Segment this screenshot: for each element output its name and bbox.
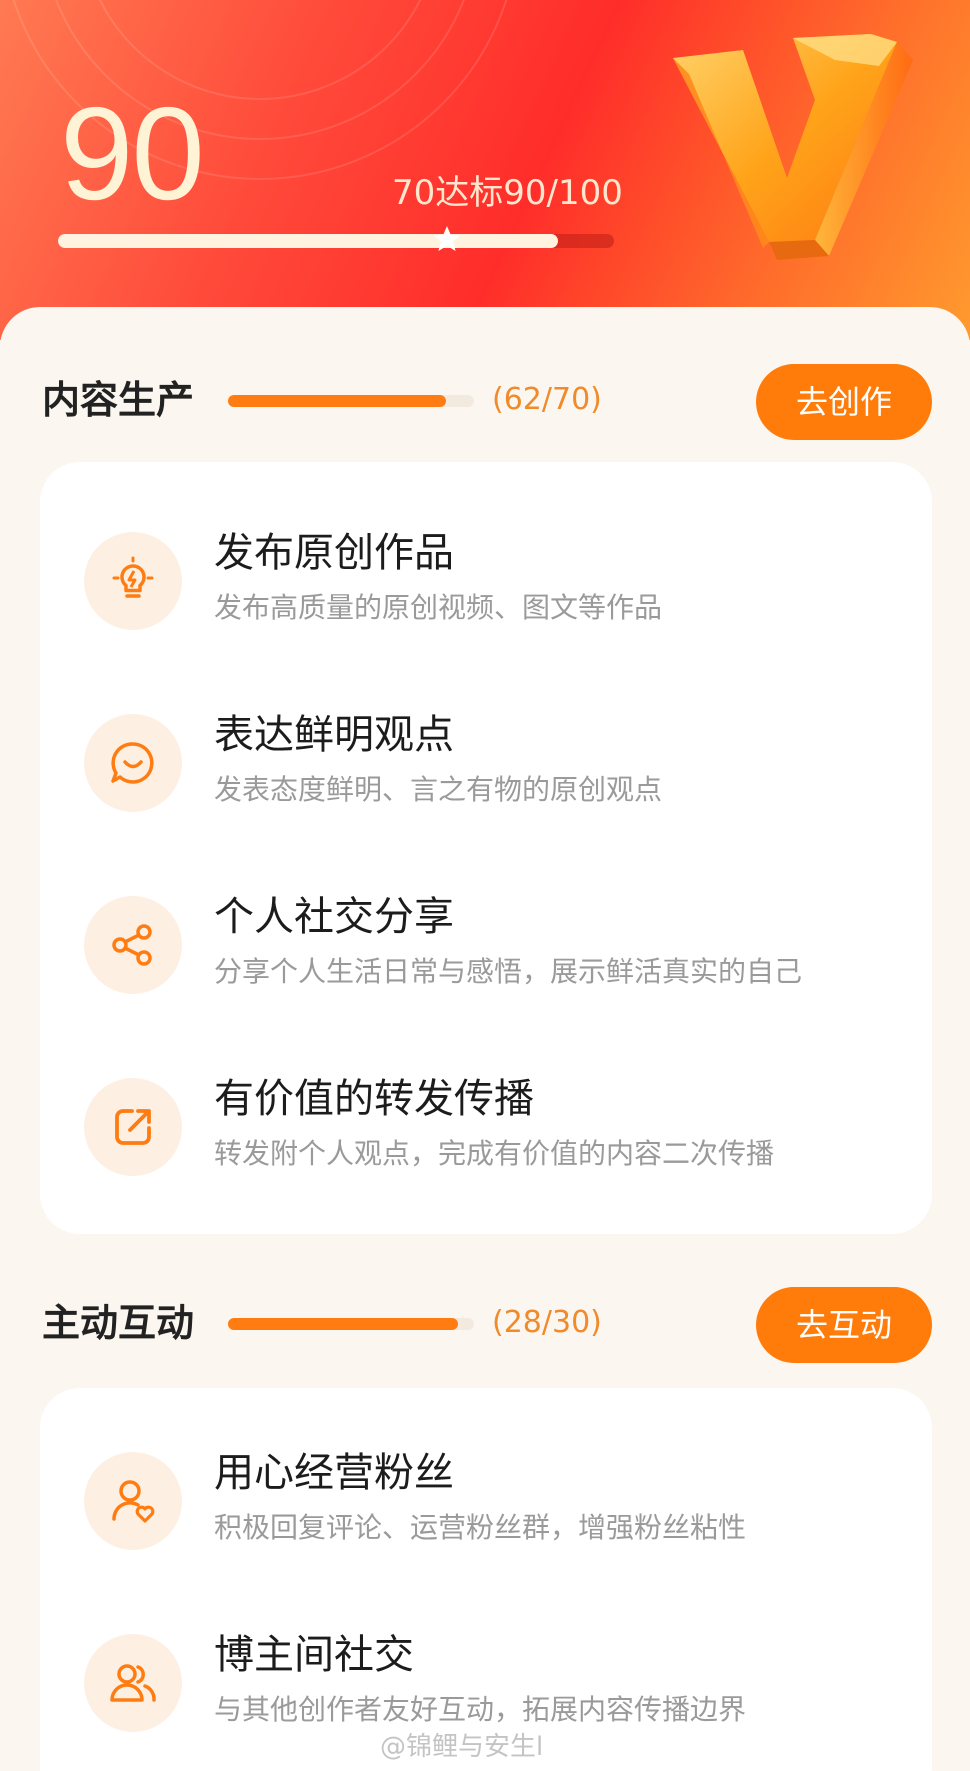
section-content-production: 内容生产 (62/70) 去创作 xyxy=(0,360,970,440)
task-item[interactable]: 用心经营粉丝 积极回复评论、运营粉丝群，增强粉丝粘性 xyxy=(40,1440,932,1580)
content-production-card: 发布原创作品 发布高质量的原创视频、图文等作品 表达鲜明观点 发表态度鲜明、言之… xyxy=(40,462,932,1234)
active-interaction-card: 用心经营粉丝 积极回复评论、运营粉丝群，增强粉丝粘性 博主间社交 与其他创作者友… xyxy=(40,1388,932,1771)
go-interact-button[interactable]: 去互动 xyxy=(756,1287,932,1363)
smile-chat-icon xyxy=(84,714,182,812)
section-title: 主动互动 xyxy=(42,1301,195,1345)
section-active-interaction: 主动互动 (28/30) 去互动 xyxy=(0,1283,970,1363)
go-create-button[interactable]: 去创作 xyxy=(756,364,932,440)
task-description: 转发附个人观点，完成有价值的内容二次传播 xyxy=(214,1137,775,1170)
task-description: 积极回复评论、运营粉丝群，增强粉丝粘性 xyxy=(214,1511,747,1544)
share-icon xyxy=(84,896,182,994)
task-title: 博主间社交 xyxy=(214,1632,414,1678)
users-icon xyxy=(84,1634,182,1732)
score-header: 90 70达标90/100 xyxy=(0,0,970,340)
lightbulb-icon xyxy=(84,532,182,630)
score-progress-fill xyxy=(58,234,559,248)
task-description: 分享个人生活日常与感悟，展示鲜活真实的自己 xyxy=(214,955,803,988)
task-title: 发布原创作品 xyxy=(214,530,454,576)
task-title: 有价值的转发传播 xyxy=(214,1076,534,1122)
task-title: 个人社交分享 xyxy=(214,894,454,940)
section-progress-fill xyxy=(228,395,446,407)
target-star-icon xyxy=(433,226,461,251)
forward-icon xyxy=(84,1078,182,1176)
section-progress-count: (28/30) xyxy=(492,1305,602,1340)
task-item[interactable]: 有价值的转发传播 转发附个人观点，完成有价值的内容二次传播 xyxy=(40,1066,932,1206)
score-value: 90 xyxy=(60,80,205,227)
task-item[interactable]: 表达鲜明观点 发表态度鲜明、言之有物的原创观点 xyxy=(40,702,932,842)
task-item[interactable]: 发布原创作品 发布高质量的原创视频、图文等作品 xyxy=(40,520,932,660)
task-item[interactable]: 个人社交分享 分享个人生活日常与感悟，展示鲜活真实的自己 xyxy=(40,884,932,1024)
section-title: 内容生产 xyxy=(42,378,195,422)
task-title: 用心经营粉丝 xyxy=(214,1450,454,1496)
section-progress-bar xyxy=(228,1318,474,1330)
task-description: 发表态度鲜明、言之有物的原创观点 xyxy=(214,773,663,806)
score-progress-bar xyxy=(58,234,614,248)
task-description: 发布高质量的原创视频、图文等作品 xyxy=(214,591,663,624)
section-progress-bar xyxy=(228,395,474,407)
section-progress-fill xyxy=(228,1318,458,1330)
user-heart-icon xyxy=(84,1452,182,1550)
target-progress-text: 70达标90/100 xyxy=(392,173,623,213)
task-title: 表达鲜明观点 xyxy=(214,712,454,758)
v-badge-logo xyxy=(673,34,913,260)
section-progress-count: (62/70) xyxy=(492,382,602,417)
watermark: @锦鲤与安生l xyxy=(380,1732,544,1762)
task-description: 与其他创作者友好互动，拓展内容传播边界 xyxy=(214,1693,747,1726)
